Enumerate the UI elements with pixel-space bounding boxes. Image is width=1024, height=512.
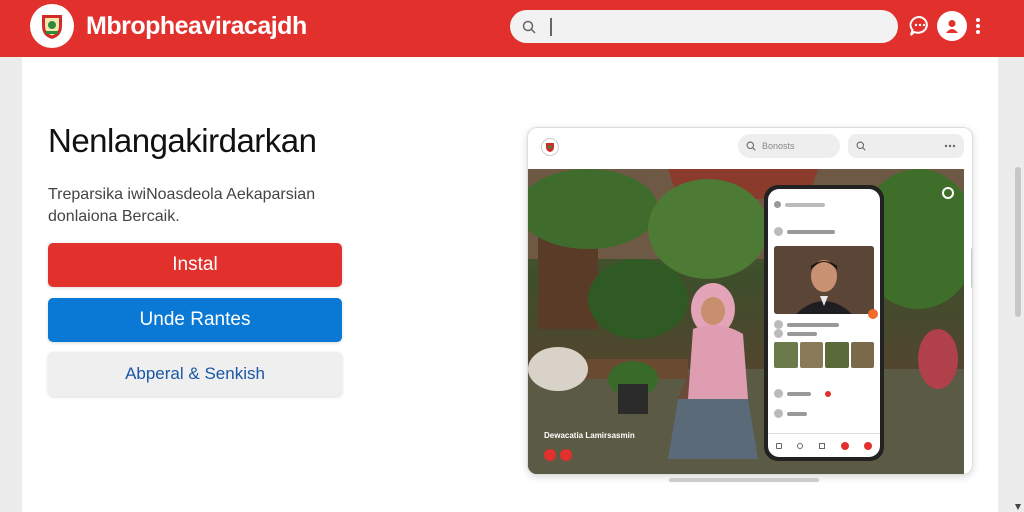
- caption-badges: [544, 449, 572, 461]
- phone-post-row: [774, 409, 807, 418]
- crest-icon: [546, 143, 554, 152]
- chat-bubble-icon: [909, 16, 928, 36]
- vertical-dots-icon: [976, 18, 980, 34]
- page-description: Treparsika iwiNoasdeola Aekaparsian donl…: [48, 186, 316, 225]
- app-preview-window: Bonosts Dewacatia Lamirsasmin: [527, 127, 973, 475]
- top-navigation-bar: Mbropheaviracajdh: [0, 0, 1024, 57]
- user-icon: [946, 20, 958, 33]
- phone-screen: [768, 189, 880, 457]
- garden-photo: Dewacatia Lamirsasmin: [528, 169, 964, 474]
- add-icon: [864, 441, 873, 450]
- phone-post-row: [774, 320, 839, 329]
- preview-search-secondary: [848, 134, 964, 158]
- chat-button[interactable]: [908, 14, 932, 38]
- more-dots-icon: [944, 144, 956, 148]
- preview-logo: [541, 138, 559, 156]
- garden-scene: [528, 169, 964, 474]
- secondary-button[interactable]: Unde Rantes: [48, 298, 342, 342]
- record-icon: [840, 441, 849, 450]
- search-icon: [522, 20, 536, 34]
- home-icon: [775, 442, 782, 449]
- photo-thumbnails: [774, 342, 874, 368]
- preview-horizontal-scrollbar[interactable]: [669, 478, 819, 482]
- phone-header: [774, 201, 825, 208]
- tertiary-button[interactable]: Abperal & Senkish: [48, 352, 342, 396]
- preview-search: Bonosts: [738, 134, 840, 158]
- phone-post-row: [774, 329, 817, 338]
- grid-icon: [818, 442, 825, 449]
- profile-photo: [774, 246, 874, 314]
- refresh-icon: [942, 187, 954, 199]
- brand-name[interactable]: Mbropheaviracajdh: [86, 12, 307, 41]
- search-icon: [797, 442, 804, 449]
- search-icon: [856, 141, 866, 151]
- scrollbar-thumb[interactable]: [1015, 167, 1021, 317]
- brand-logo[interactable]: [30, 4, 74, 48]
- photo-caption: Dewacatia Lamirsasmin: [544, 431, 635, 440]
- preview-search-label: Bonosts: [762, 141, 795, 151]
- crest-icon: [42, 15, 62, 39]
- search-input[interactable]: [550, 17, 898, 36]
- search-icon: [746, 141, 756, 151]
- more-options-button[interactable]: [968, 14, 988, 38]
- search-bar[interactable]: [510, 10, 898, 43]
- phone-mockup: [764, 185, 884, 461]
- page-scrollbar[interactable]: [1013, 57, 1024, 512]
- preview-scrollbar: [971, 248, 972, 288]
- page-title: Nenlangakirdarkan: [48, 122, 317, 159]
- phone-post-row: [774, 389, 831, 398]
- notification-dot: [868, 309, 878, 319]
- phone-post-header: [774, 227, 835, 236]
- portrait-image: [774, 246, 874, 314]
- scroll-down-arrow-icon[interactable]: [1015, 504, 1021, 510]
- phone-bottom-nav: [768, 433, 880, 457]
- install-button[interactable]: Instal: [48, 243, 342, 287]
- user-avatar[interactable]: [937, 11, 967, 41]
